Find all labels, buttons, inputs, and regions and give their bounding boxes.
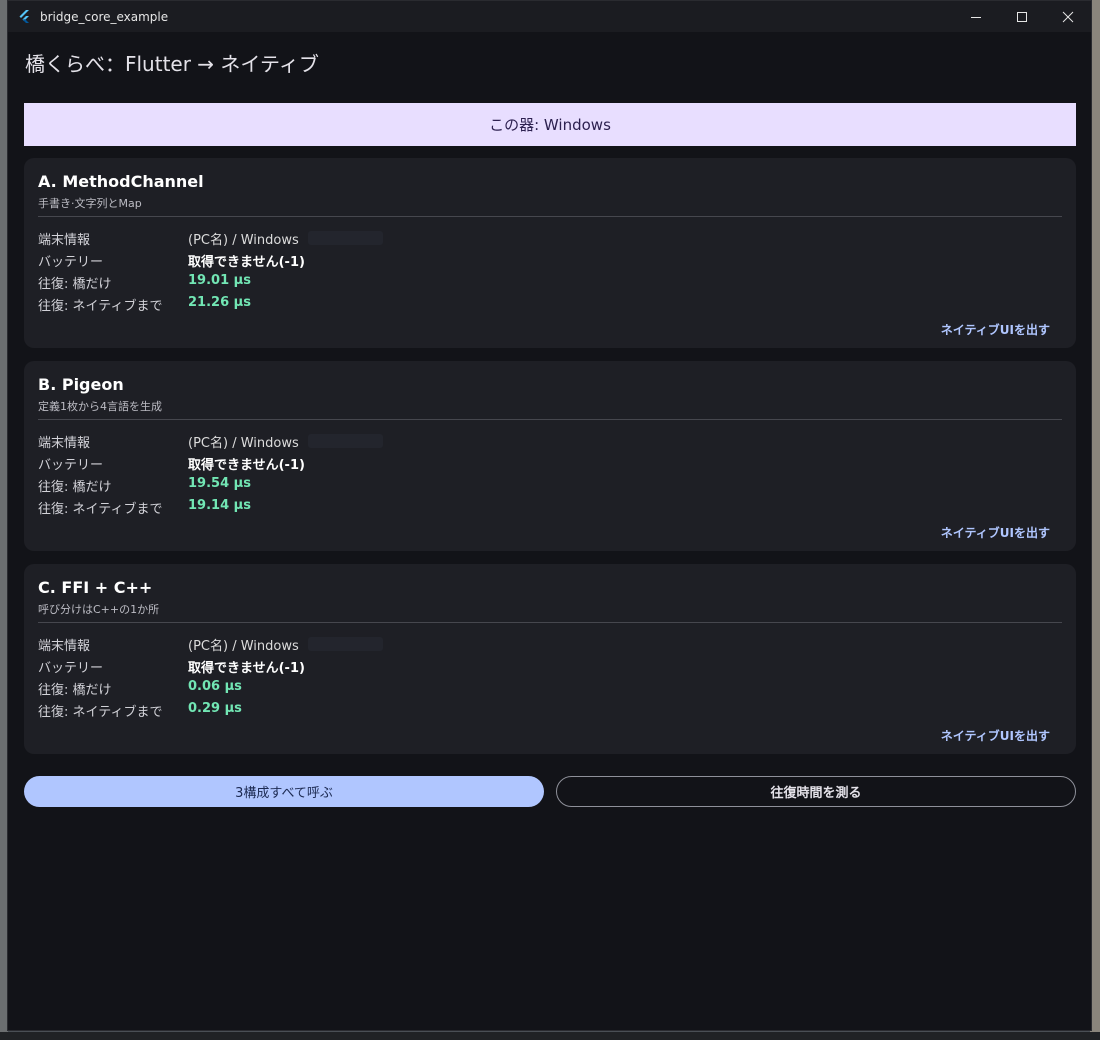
row-device-info: 端末情報 (PC名) / Windows — [38, 635, 938, 655]
roundtrip-native-value: 19.14 µs — [188, 498, 251, 513]
battery-value: 取得できません(-1) — [188, 661, 305, 676]
call-all-button[interactable]: 3構成すべて呼ぶ — [24, 776, 544, 807]
battery-value: 取得できません(-1) — [188, 255, 305, 270]
app-window: bridge_core_example 橋くらべ：Flutter → ネイティブ… — [7, 0, 1092, 1031]
card-subtitle: 定義1枚から4言語を生成 — [38, 400, 162, 413]
page-title: 橋くらべ：Flutter → ネイティブ — [25, 51, 319, 76]
row-roundtrip-bridge: 往復: 橋だけ 0.06 µs — [38, 679, 938, 699]
battery-label: バッテリー — [38, 255, 104, 270]
card-subtitle: 呼び分けはC++の1か所 — [38, 603, 160, 616]
minimize-button[interactable] — [953, 1, 999, 32]
row-device-info: 端末情報 (PC名) / Windows — [38, 229, 938, 249]
row-battery: バッテリー 取得できません(-1) — [38, 454, 938, 474]
card-ffi-cpp: C. FFI + C++ 呼び分けはC++の1か所 端末情報 (PC名) / W… — [24, 564, 1076, 754]
roundtrip-native-label: 往復: ネイティブまで — [38, 502, 163, 517]
redacted-mask — [308, 637, 383, 651]
battery-label: バッテリー — [38, 458, 104, 473]
flutter-icon — [19, 9, 29, 23]
roundtrip-bridge-value: 19.01 µs — [188, 273, 251, 288]
row-roundtrip-native: 往復: ネイティブまで 21.26 µs — [38, 295, 938, 315]
device-info-value: (PC名) / Windows — [188, 639, 299, 654]
card-divider — [38, 622, 1062, 623]
platform-banner: この器: Windows — [24, 103, 1076, 146]
window-title: bridge_core_example — [40, 9, 169, 24]
row-roundtrip-native: 往復: ネイティブまで 19.14 µs — [38, 498, 938, 518]
close-icon — [1062, 11, 1074, 22]
maximize-icon — [1017, 11, 1027, 22]
row-roundtrip-bridge: 往復: 橋だけ 19.54 µs — [38, 476, 938, 496]
card-divider — [38, 216, 1062, 217]
card-subtitle: 手書き·文字列とMap — [38, 197, 142, 210]
card-title: B. Pigeon — [38, 375, 124, 394]
roundtrip-bridge-value: 0.06 µs — [188, 679, 242, 694]
battery-value: 取得できません(-1) — [188, 458, 305, 473]
row-roundtrip-bridge: 往復: 橋だけ 19.01 µs — [38, 273, 938, 293]
measure-roundtrip-button[interactable]: 往復時間を測る — [556, 776, 1076, 807]
platform-banner-text: この器: Windows — [489, 116, 611, 134]
roundtrip-native-label: 往復: ネイティブまで — [38, 299, 163, 314]
row-roundtrip-native: 往復: ネイティブまで 0.29 µs — [38, 701, 938, 721]
show-native-ui-button[interactable]: ネイティブUIを出す — [941, 727, 1050, 744]
device-info-label: 端末情報 — [38, 639, 91, 654]
roundtrip-native-value: 21.26 µs — [188, 295, 251, 310]
redacted-mask — [308, 434, 383, 448]
device-info-value: (PC名) / Windows — [188, 436, 299, 451]
card-title: C. FFI + C++ — [38, 578, 153, 597]
app-bar: 橋くらべ：Flutter → ネイティブ — [8, 32, 1091, 92]
row-device-info: 端末情報 (PC名) / Windows — [38, 432, 938, 452]
title-bar: bridge_core_example — [8, 1, 1091, 32]
row-battery: バッテリー 取得できません(-1) — [38, 251, 938, 271]
roundtrip-bridge-label: 往復: 橋だけ — [38, 277, 112, 292]
card-pigeon: B. Pigeon 定義1枚から4言語を生成 端末情報 (PC名) / Wind… — [24, 361, 1076, 551]
taskbar-strip — [0, 1032, 1100, 1040]
roundtrip-bridge-value: 19.54 µs — [188, 476, 251, 491]
roundtrip-bridge-label: 往復: 橋だけ — [38, 683, 112, 698]
close-button[interactable] — [1045, 1, 1091, 32]
roundtrip-native-label: 往復: ネイティブまで — [38, 705, 163, 720]
row-battery: バッテリー 取得できません(-1) — [38, 657, 938, 677]
card-methodchannel: A. MethodChannel 手書き·文字列とMap 端末情報 (PC名) … — [24, 158, 1076, 348]
minimize-icon — [971, 16, 981, 18]
card-title: A. MethodChannel — [38, 172, 204, 191]
card-divider — [38, 419, 1062, 420]
device-info-label: 端末情報 — [38, 436, 91, 451]
window-controls — [953, 1, 1091, 32]
show-native-ui-button[interactable]: ネイティブUIを出す — [941, 524, 1050, 541]
roundtrip-bridge-label: 往復: 橋だけ — [38, 480, 112, 495]
maximize-button[interactable] — [999, 1, 1045, 32]
roundtrip-native-value: 0.29 µs — [188, 701, 242, 716]
battery-label: バッテリー — [38, 661, 104, 676]
show-native-ui-button[interactable]: ネイティブUIを出す — [941, 321, 1050, 338]
device-info-label: 端末情報 — [38, 233, 91, 248]
redacted-mask — [308, 231, 383, 245]
device-info-value: (PC名) / Windows — [188, 233, 299, 248]
